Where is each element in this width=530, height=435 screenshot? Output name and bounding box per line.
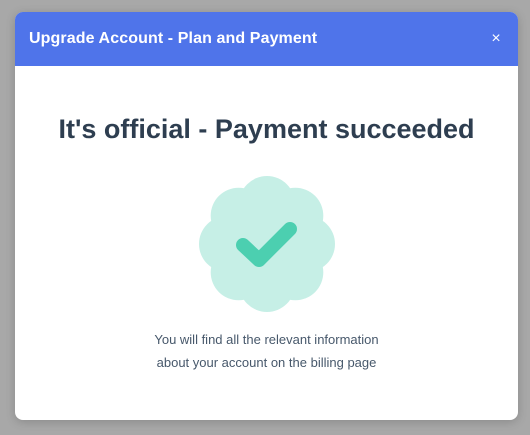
- dialog-header: Upgrade Account - Plan and Payment ×: [15, 12, 518, 66]
- dialog-body: It's official - Payment succeeded You wi…: [15, 66, 518, 420]
- close-button[interactable]: ×: [489, 31, 503, 47]
- checkmark-badge-icon: [199, 176, 335, 312]
- billing-info-message: You will find all the relevant informati…: [15, 328, 518, 374]
- success-headline: It's official - Payment succeeded: [58, 114, 475, 144]
- message-line-1: You will find all the relevant informati…: [154, 332, 379, 347]
- dialog-title: Upgrade Account - Plan and Payment: [29, 30, 318, 47]
- upgrade-account-dialog: Upgrade Account - Plan and Payment × It'…: [15, 12, 518, 420]
- message-line-2: about your account on the billing page: [156, 355, 377, 370]
